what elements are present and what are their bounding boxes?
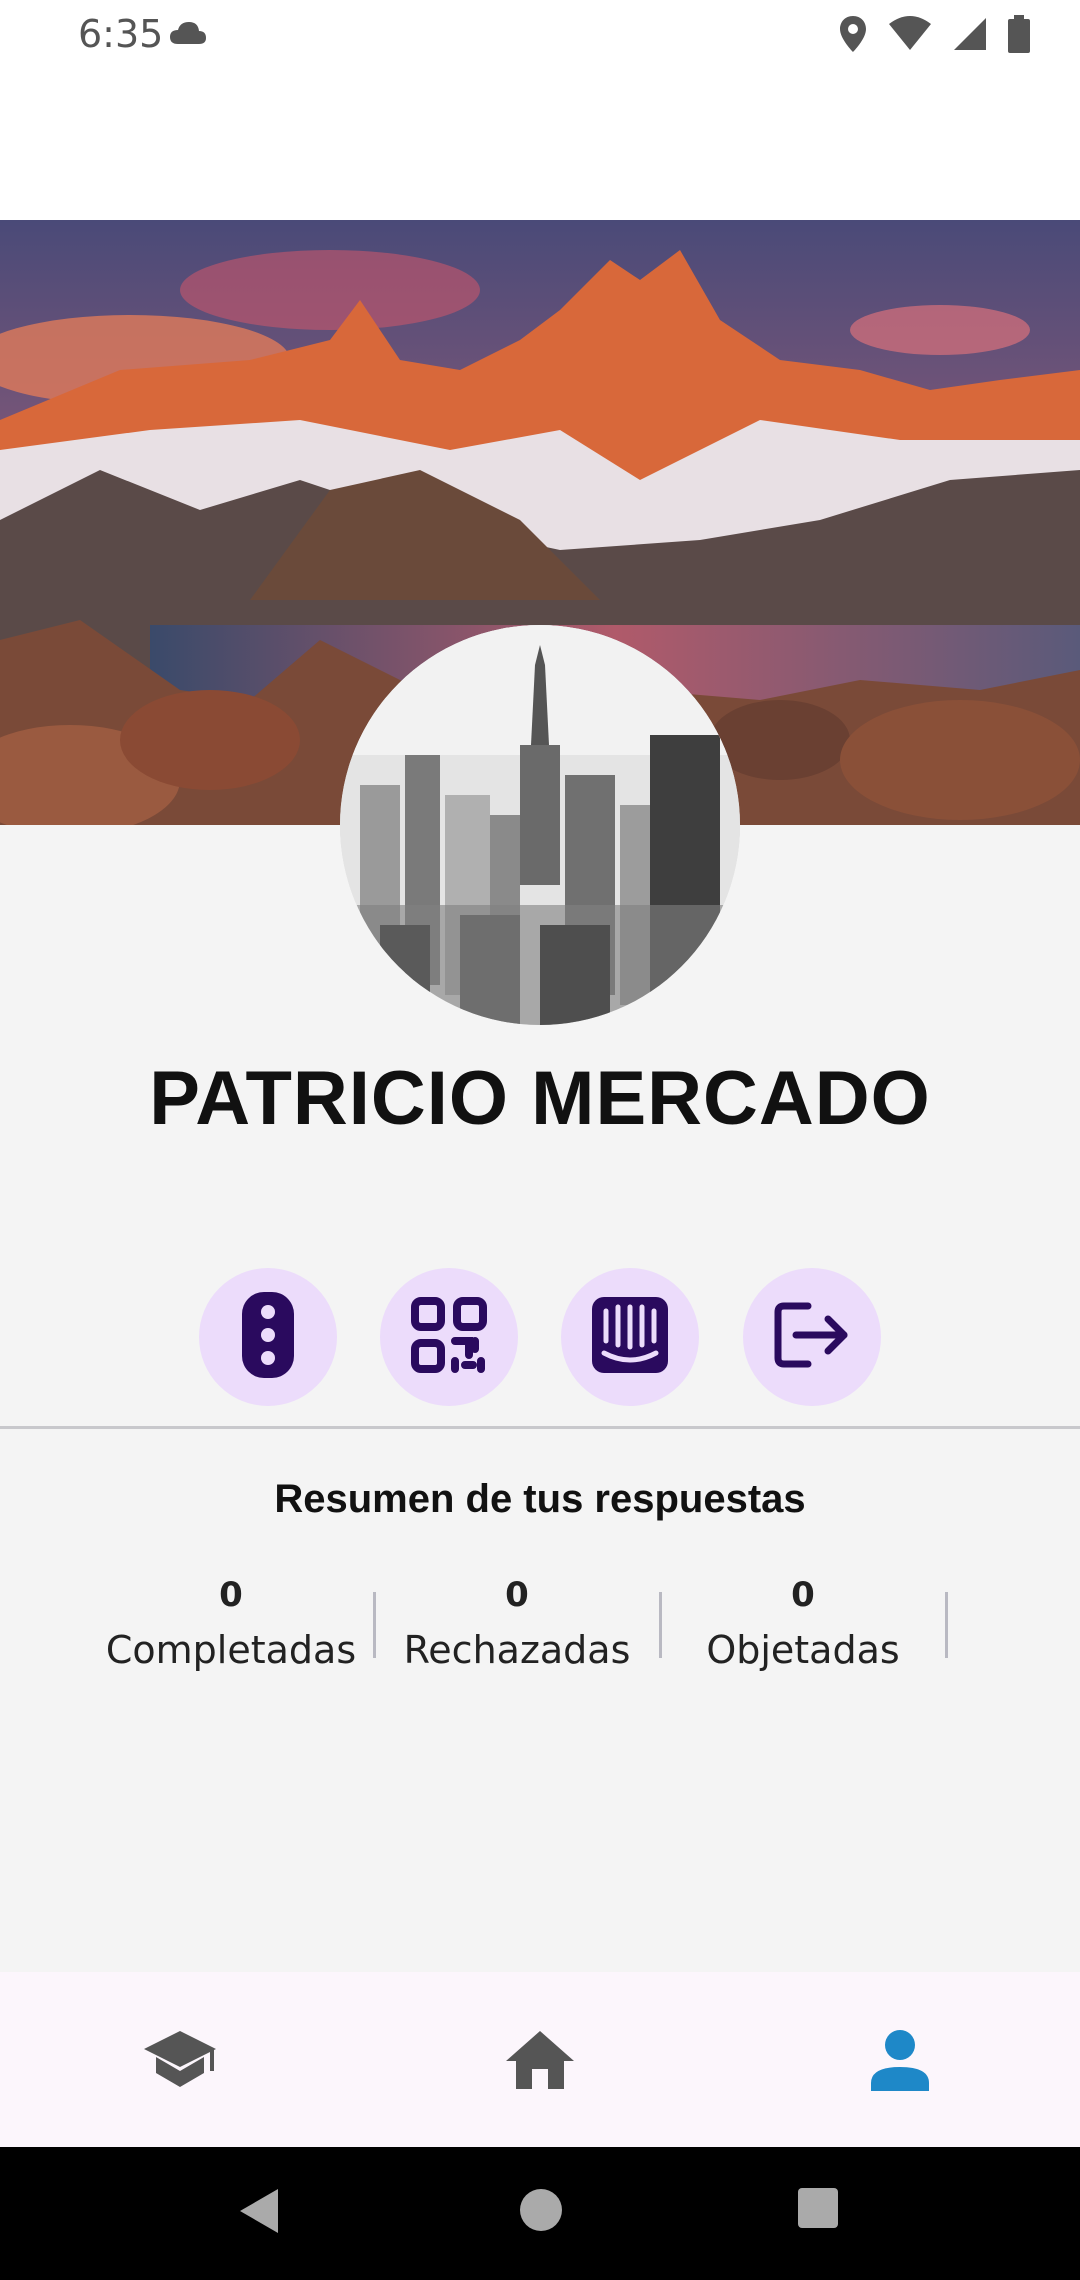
battery-icon <box>1008 15 1030 58</box>
stat-label: Completadas <box>105 1628 357 1672</box>
stat-value: 0 <box>791 1575 815 1615</box>
nav-item-home[interactable] <box>500 2022 580 2102</box>
stat-completed: 0 Completadas <box>88 1570 374 1680</box>
summary-stats: 0 Completadas 0 Rechazadas 0 Objetadas <box>0 1570 1080 1680</box>
status-bar: 6:35 <box>0 0 1080 70</box>
nav-item-profile[interactable] <box>860 2022 940 2102</box>
qr-code-icon <box>409 1295 489 1380</box>
school-icon <box>142 2029 218 2096</box>
status-right-icons <box>838 14 1030 59</box>
divider <box>0 1426 1080 1429</box>
logout-icon <box>774 1302 850 1373</box>
logout-button[interactable] <box>743 1268 881 1406</box>
recents-icon[interactable] <box>797 2187 839 2234</box>
home-circle-icon[interactable] <box>518 2187 564 2238</box>
top-app-bar <box>0 70 1080 220</box>
stat-separator <box>945 1592 948 1658</box>
person-icon <box>869 2029 931 2096</box>
stat-label: Objetadas <box>706 1628 900 1672</box>
stat-objected: 0 Objetadas <box>660 1570 946 1680</box>
stat-label: Rechazadas <box>403 1628 631 1672</box>
action-buttons <box>0 1268 1080 1406</box>
avatar[interactable] <box>340 625 740 1025</box>
system-navigation-bar <box>0 2147 1080 2280</box>
location-icon <box>838 14 868 59</box>
stat-value: 0 <box>219 1575 243 1615</box>
home-icon <box>504 2029 576 2096</box>
traffic-light-icon <box>238 1290 298 1385</box>
status-time: 6:35 <box>78 12 164 56</box>
nav-item-courses[interactable] <box>140 2022 220 2102</box>
bottom-navigation <box>0 1972 1080 2147</box>
qr-code-button[interactable] <box>380 1268 518 1406</box>
intercom-icon <box>590 1295 670 1380</box>
summary-title: Resumen de tus respuestas <box>274 1477 806 1521</box>
wifi-icon <box>888 16 932 57</box>
intercom-button[interactable] <box>561 1268 699 1406</box>
traffic-light-button[interactable] <box>199 1268 337 1406</box>
back-icon[interactable] <box>238 2187 280 2240</box>
stat-value: 0 <box>505 1575 529 1615</box>
stat-rejected: 0 Rechazadas <box>374 1570 660 1680</box>
signal-icon <box>952 16 988 57</box>
cloud-icon <box>168 20 208 51</box>
user-name: PATRICIO MERCADO <box>149 1056 931 1141</box>
